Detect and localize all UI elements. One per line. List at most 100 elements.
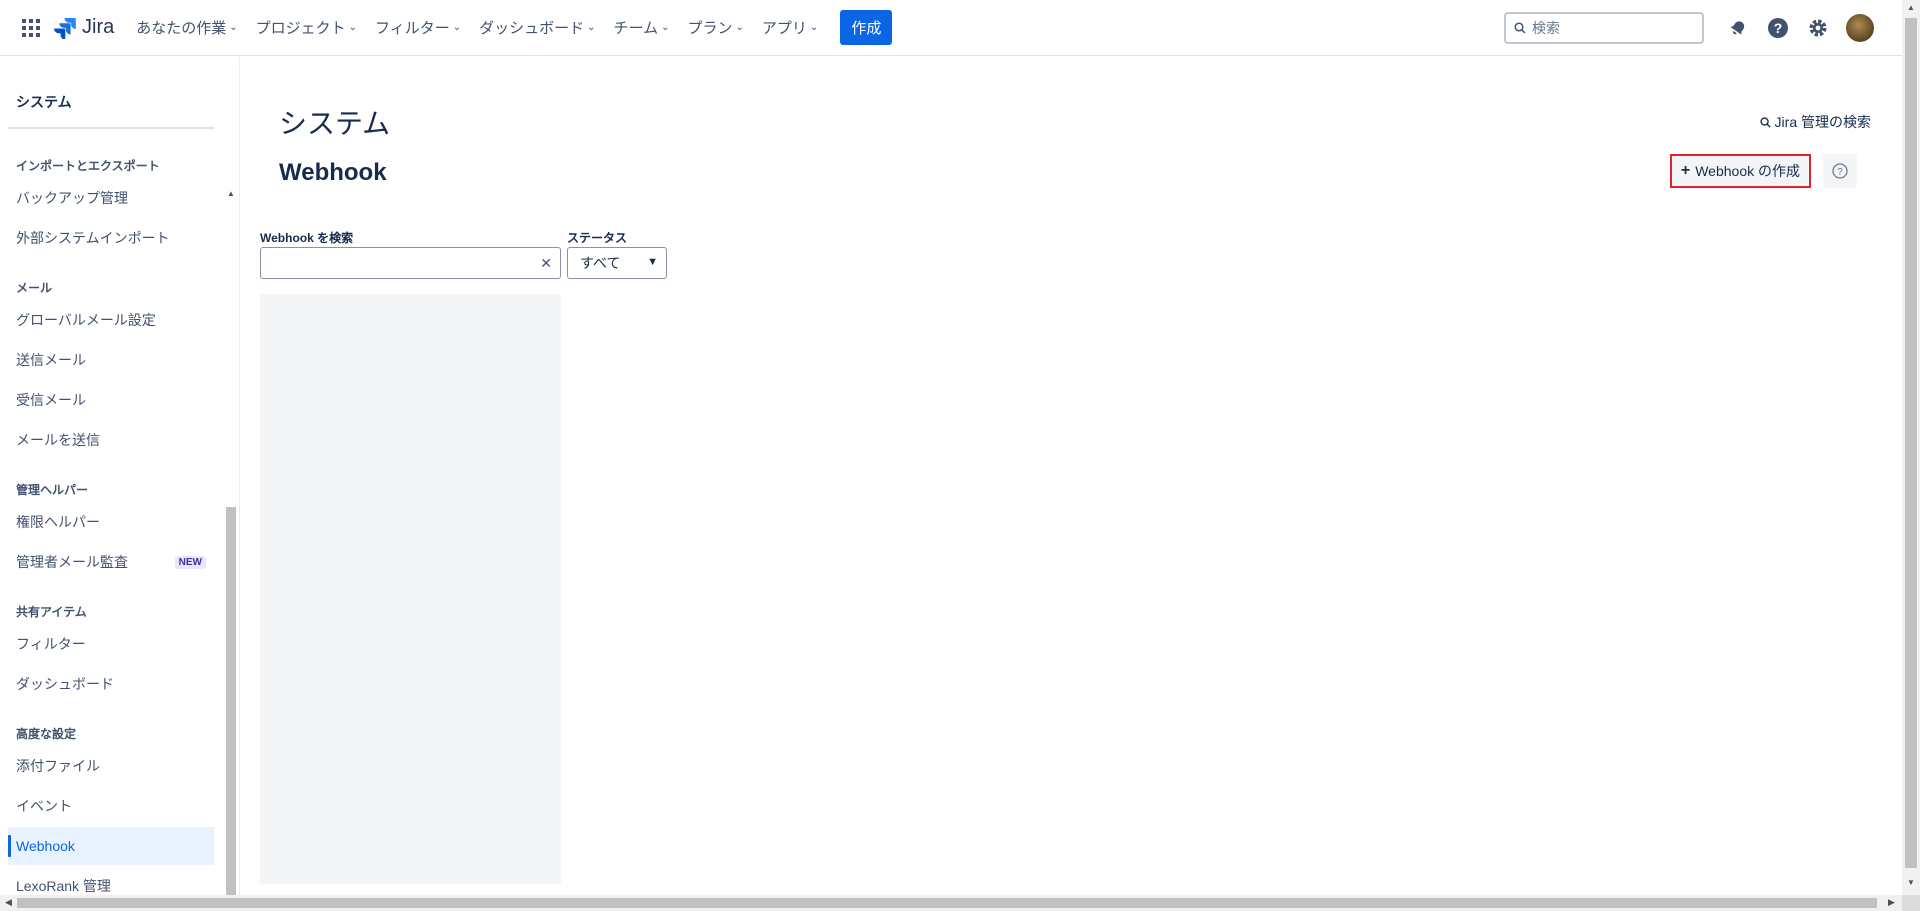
chevron-down-icon: ▼ [647,256,658,268]
sidebar-item-filters[interactable]: フィルター [8,625,214,663]
search-placeholder: 検索 [1532,20,1560,36]
nav-item-label: ダッシュボード [479,20,585,37]
create-webhook-button[interactable]: + Webhook の作成 [1669,154,1811,188]
jira-logo[interactable]: Jira [54,16,114,39]
sidebar-item-incoming-mail[interactable]: 受信メール [8,381,214,419]
sidebar-item-label: フィルター [16,636,86,652]
status-select[interactable]: すべて ▼ [567,247,667,279]
chevron-down-icon: ⌄ [587,22,596,33]
page-hscroll-thumb[interactable] [17,898,1877,908]
sidebar-item-label: 管理者メール監査 [16,554,128,570]
sidebar-item-label: 権限ヘルパー [16,514,100,530]
sidebar-scrollbar[interactable]: ▲ ▼ [225,127,237,895]
clear-icon[interactable]: ✕ [540,255,552,272]
sidebar-item-label: LexoRank 管理 [16,878,111,894]
sidebar-item-events[interactable]: イベント [8,787,214,825]
page-horizontal-scrollbar[interactable]: ◀ ▶ [0,895,1902,911]
nav-item-apps[interactable]: アプリ ⌄ [762,17,818,38]
top-navigation: Jira あなたの作業 ⌄ プロジェクト ⌄ フィルター ⌄ ダッシュボード ⌄ チーム… [0,0,1902,56]
sidebar-group-mail: メール [16,281,53,295]
sidebar-item-lexorank[interactable]: LexoRank 管理 [8,867,214,895]
sidebar-scroll-thumb[interactable] [226,507,236,895]
nav-menu: あなたの作業 ⌄ プロジェクト ⌄ フィルター ⌄ ダッシュボード ⌄ チーム ⌄ プラン… [136,17,836,38]
scroll-down-icon[interactable]: ▼ [1907,878,1915,887]
nav-right: 検索 ? [1504,12,1874,44]
section-title: Webhook [279,159,387,186]
help-icon[interactable]: ? [1766,16,1790,40]
search-icon [1514,22,1526,34]
sidebar-item-admin-mail-audit[interactable]: 管理者メール監査 NEW [8,543,214,581]
nav-item-label: あなたの作業 [136,20,227,37]
sidebar-title: システム [16,94,72,110]
search-input[interactable]: 検索 [1504,12,1704,44]
webhook-search-input[interactable]: ✕ [260,247,561,279]
logo-text: Jira [82,16,115,38]
sidebar-item-webhook[interactable]: Webhook [8,827,214,865]
create-button[interactable]: 作成 [840,10,893,45]
svg-text:?: ? [1774,20,1783,36]
sidebar-item-global-mail[interactable]: グローバルメール設定 [8,301,214,339]
scroll-left-icon[interactable]: ◀ [5,897,12,908]
avatar[interactable] [1846,14,1874,42]
sidebar: システム インポートとエクスポート バックアップ管理 外部システムインポート メ… [0,57,240,895]
new-badge: NEW [174,555,206,569]
sidebar-item-send-mail[interactable]: メールを送信 [8,421,214,459]
page-scroll-thumb[interactable] [1905,18,1917,868]
plus-icon: + [1680,162,1691,179]
nav-item-label: プラン [687,20,733,37]
chevron-down-icon: ⌄ [809,22,819,33]
sidebar-item-backup[interactable]: バックアップ管理 [8,179,214,217]
scroll-right-icon[interactable]: ▶ [1888,897,1895,908]
nav-item-plans[interactable]: プラン ⌄ [688,17,744,38]
app-switcher-icon[interactable] [22,18,40,37]
page-vertical-scrollbar[interactable]: ▲ ▼ [1902,0,1920,895]
sidebar-group-shared-items: 共有アイテム [16,605,87,619]
status-value: すべて [580,255,621,271]
nav-item-label: フィルター [375,20,450,37]
sidebar-item-label: 送信メール [16,352,86,368]
webhook-list-panel [260,294,561,884]
sidebar-item-label: 受信メール [16,392,86,408]
create-webhook-label: Webhook の作成 [1695,163,1800,179]
nav-item-label: チーム [613,20,659,37]
nav-item-label: プロジェクト [255,20,346,37]
sidebar-item-label: メールを送信 [16,432,100,448]
sidebar-item-outgoing-mail[interactable]: 送信メール [8,341,214,379]
nav-item-your-work[interactable]: あなたの作業 ⌄ [136,17,237,38]
admin-search-label: Jira 管理の検索 [1774,114,1871,130]
page-title: システム [279,108,391,139]
scroll-up-icon[interactable]: ▲ [1907,3,1915,12]
question-circle-icon: ? [1832,163,1848,179]
notifications-icon[interactable] [1726,16,1750,40]
chevron-down-icon: ⌄ [229,22,238,33]
nav-item-filters[interactable]: フィルター ⌄ [375,17,461,38]
sidebar-item-label: イベント [16,798,72,814]
sidebar-item-dashboards[interactable]: ダッシュボード [8,665,214,703]
admin-search-link[interactable]: Jira 管理の検索 [1759,112,1871,132]
nav-item-label: アプリ [761,20,807,37]
nav-item-projects[interactable]: プロジェクト ⌄ [256,17,357,38]
search-icon [1759,116,1771,128]
main-content: システム Jira 管理の検索 Webhook + Webhook の作成 ? … [241,57,1901,895]
chevron-down-icon: ⌄ [348,22,358,33]
sidebar-item-external-import[interactable]: 外部システムインポート [8,219,214,257]
sidebar-item-label: ダッシュボード [16,676,114,692]
sidebar-item-label: Webhook [16,838,75,854]
chevron-down-icon: ⌄ [661,22,670,33]
sidebar-item-attachments[interactable]: 添付ファイル [8,747,214,785]
scrollbar-corner [1902,895,1920,911]
help-button[interactable]: ? [1823,154,1857,188]
status-label: ステータス [567,231,628,245]
sidebar-group-import-export: インポートとエクスポート [16,159,160,173]
scroll-up-icon[interactable]: ▲ [227,189,235,198]
sidebar-group-admin-helper: 管理ヘルパー [16,483,89,497]
sidebar-item-permission-helper[interactable]: 権限ヘルパー [8,503,214,541]
webhook-search-label: Webhook を検索 [260,231,354,245]
chevron-down-icon: ⌄ [735,22,744,33]
sidebar-item-label: グローバルメール設定 [16,312,156,328]
settings-icon[interactable] [1806,16,1830,40]
svg-text:?: ? [1837,167,1843,178]
nav-item-teams[interactable]: チーム ⌄ [614,17,670,38]
sidebar-item-label: 添付ファイル [16,758,100,774]
nav-item-dashboards[interactable]: ダッシュボード ⌄ [479,17,595,38]
